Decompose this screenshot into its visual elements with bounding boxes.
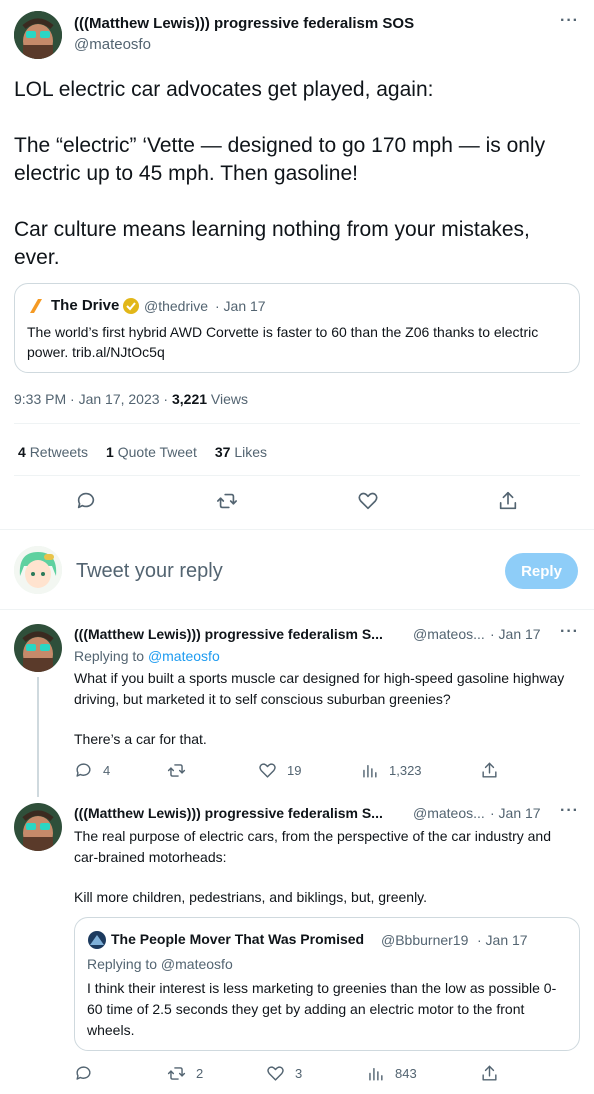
quote-author-avatar	[88, 931, 106, 949]
like-icon[interactable]	[357, 490, 379, 517]
likes-stat[interactable]: 37 Likes	[215, 444, 267, 460]
verified-badge-icon	[122, 297, 140, 315]
more-options-icon[interactable]: ···	[560, 623, 579, 641]
quote-author-handle: @Bbburner19	[381, 932, 469, 948]
quote-author-name: The Drive	[51, 297, 120, 314]
tweet-text-line: What if you built a sports muscle car de…	[74, 670, 565, 707]
tweet-text-line: The real purpose of electric cars, from …	[74, 828, 552, 865]
avatar[interactable]	[14, 624, 62, 672]
avatar[interactable]	[14, 11, 62, 59]
more-options-icon[interactable]: ···	[560, 12, 579, 30]
divider	[0, 609, 594, 610]
like-action[interactable]: 3	[266, 1064, 302, 1083]
tweet-text-line: There’s a car for that.	[74, 731, 207, 747]
author-name[interactable]: (((Matthew Lewis))) progressive federali…	[74, 805, 383, 821]
author-name[interactable]: (((Matthew Lewis))) progressive federali…	[74, 15, 414, 32]
reply-count: 4	[103, 763, 111, 778]
like-count: 3	[295, 1066, 303, 1081]
views-action[interactable]: 1,323	[360, 761, 422, 780]
author-handle[interactable]: @mateos...	[413, 805, 485, 821]
retweets-stat[interactable]: 4 Retweets	[18, 444, 88, 460]
quoted-tweet[interactable]: The Drive @thedrive · Jan 17 The world’s…	[14, 283, 580, 373]
tweet-timestamp: 9:33 PM · Jan 17, 2023 · 3,221 Views	[14, 391, 248, 407]
like-count: 19	[287, 763, 302, 778]
views-count: 3,221	[171, 391, 208, 407]
views-label: Views	[210, 391, 249, 407]
current-user-avatar[interactable]	[14, 546, 62, 594]
retweet-action[interactable]	[167, 761, 196, 780]
share-icon[interactable]	[497, 490, 519, 517]
tweet-text-line: The “electric” ‘Vette — designed to go 1…	[14, 134, 546, 185]
tweet-date[interactable]: · Jan 17	[490, 805, 541, 821]
retweet-count: 2	[196, 1066, 204, 1081]
avatar[interactable]	[14, 803, 62, 851]
tweet-text: LOL electric car advocates get played, a…	[14, 76, 580, 272]
replying-to: Replying to @mateosfo	[74, 648, 220, 664]
quote-author-name: The People Mover That Was Promised	[111, 931, 365, 947]
divider	[14, 475, 580, 476]
tweet-text-line: LOL electric car advocates get played, a…	[14, 78, 434, 101]
reply-button[interactable]: Reply	[505, 553, 578, 589]
tweet-text-line: Kill more children, pedestrians, and bik…	[74, 889, 428, 905]
retweet-action[interactable]: 2	[167, 1064, 203, 1083]
author-handle[interactable]: @mateos...	[413, 626, 485, 642]
reply-action[interactable]: 4	[74, 761, 110, 780]
retweet-icon[interactable]	[216, 490, 238, 517]
like-action[interactable]: 19	[258, 761, 301, 780]
reply-icon[interactable]	[75, 490, 97, 517]
quote-text: The world’s first hybrid AWD Corvette is…	[27, 324, 539, 360]
more-options-icon[interactable]: ···	[560, 802, 579, 820]
divider	[0, 529, 594, 530]
action-bar	[0, 490, 594, 514]
reply-input[interactable]: Tweet your reply	[76, 560, 223, 583]
quote-text: I think their interest is less marketing…	[87, 980, 557, 1038]
share-action[interactable]	[480, 761, 499, 780]
tweet-text: The real purpose of electric cars, from …	[74, 826, 574, 908]
divider	[14, 423, 580, 424]
views-count: 1,323	[389, 763, 422, 778]
reply-action[interactable]	[74, 1064, 103, 1083]
views-count: 843	[395, 1066, 417, 1081]
replying-to-link[interactable]: @mateosfo	[148, 648, 220, 664]
thread-line	[37, 677, 39, 797]
quote-tweets-stat[interactable]: 1 Quote Tweet	[106, 444, 197, 460]
share-action[interactable]	[480, 1064, 499, 1083]
author-handle[interactable]: @mateosfo	[74, 36, 151, 53]
quote-date: · Jan 17	[477, 932, 528, 948]
tweet-text-line: Car culture means learning nothing from …	[14, 218, 530, 269]
quote-date: · Jan 17	[215, 298, 266, 314]
views-action[interactable]: 843	[366, 1064, 417, 1083]
tweet-time[interactable]: 9:33 PM · Jan 17, 2023 ·	[14, 391, 168, 407]
tweet-stats: 4 Retweets 1 Quote Tweet 37 Likes	[18, 444, 267, 460]
tweet-date[interactable]: · Jan 17	[490, 626, 541, 642]
author-name[interactable]: (((Matthew Lewis))) progressive federali…	[74, 626, 383, 642]
tweet-text: What if you built a sports muscle car de…	[74, 668, 574, 750]
quote-author-handle: @thedrive	[144, 298, 209, 314]
thedrive-logo-icon	[28, 298, 44, 314]
quoted-tweet[interactable]: The People Mover That Was Promised @Bbbu…	[74, 917, 580, 1051]
quote-replying-to: Replying to @mateosfo	[87, 956, 233, 972]
